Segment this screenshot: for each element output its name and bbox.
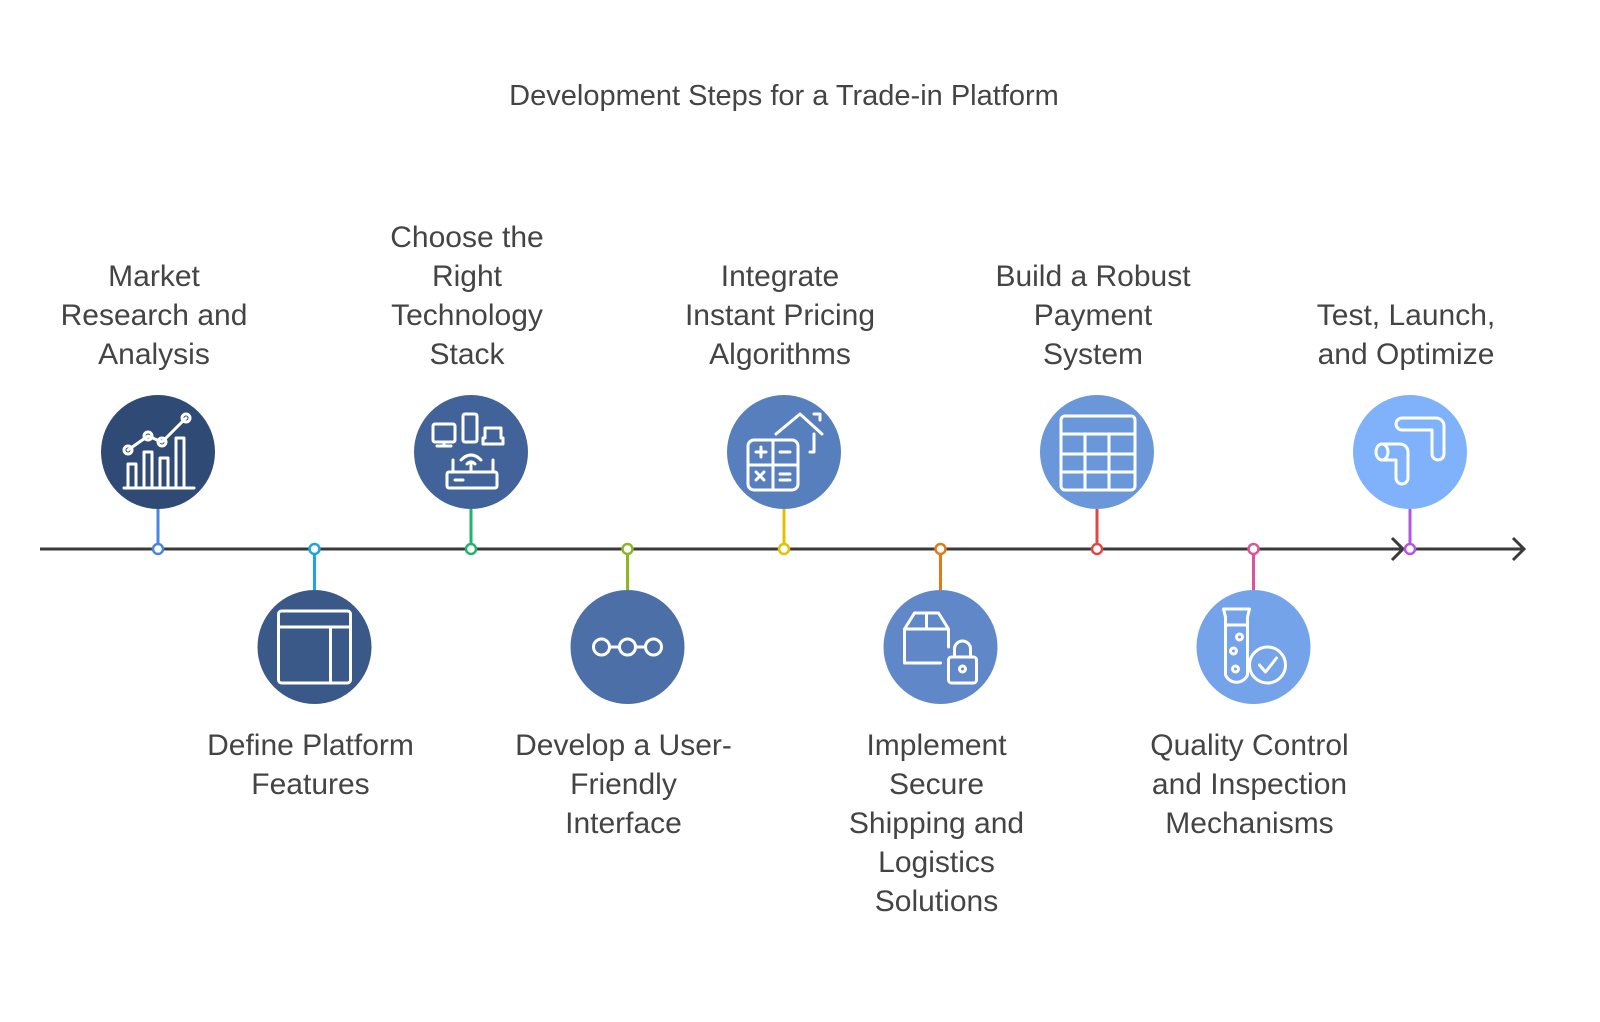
step-circle bbox=[1040, 395, 1154, 509]
step-marker bbox=[1247, 542, 1260, 556]
step-label-line: Interface bbox=[565, 807, 682, 840]
step-label-line: Payment bbox=[1033, 299, 1153, 332]
step-label: Market Research and Analysis bbox=[24, 257, 284, 374]
step-label-line: Market bbox=[108, 260, 200, 293]
timeline-step bbox=[1196, 542, 1311, 704]
timeline-step bbox=[257, 542, 372, 704]
step-circle bbox=[570, 590, 685, 704]
step-marker bbox=[1090, 542, 1104, 556]
step-label-line: Mechanisms bbox=[1165, 807, 1334, 840]
step-label-line: and Optimize bbox=[1317, 338, 1495, 371]
step-circle bbox=[1353, 395, 1467, 509]
step-label-line: Features bbox=[251, 768, 370, 801]
step-label-line: Quality Control bbox=[1150, 729, 1349, 762]
step-label: Choose the Right Technology Stack bbox=[337, 218, 597, 374]
step-label-line: Right bbox=[431, 260, 503, 293]
step-circle bbox=[883, 590, 998, 704]
step-label: Define Platform Features bbox=[181, 726, 441, 804]
step-label-line: Choose the bbox=[390, 221, 544, 254]
step-label-line: Implement bbox=[866, 729, 1007, 762]
timeline-step bbox=[1353, 395, 1467, 556]
step-label-line: Research and bbox=[60, 299, 248, 332]
step-label: Quality Control and Inspection Mechanisms bbox=[1120, 726, 1380, 843]
step-label-line: Instant Pricing bbox=[684, 299, 876, 332]
step-label: Build a Robust Payment System bbox=[963, 257, 1223, 374]
timeline-step bbox=[570, 542, 685, 704]
step-label-line: Algorithms bbox=[709, 338, 851, 371]
step-circle bbox=[257, 590, 372, 704]
step-label-line: Technology bbox=[391, 299, 543, 332]
step-label-line: Analysis bbox=[98, 338, 210, 371]
step-marker bbox=[1403, 542, 1417, 556]
step-marker bbox=[621, 542, 634, 556]
step-label: Test, Launch, and Optimize bbox=[1276, 296, 1536, 374]
step-label-line: Logistics bbox=[878, 846, 995, 879]
step-label-line: Stack bbox=[429, 338, 505, 371]
timeline-canvas bbox=[40, 395, 1527, 704]
step-label-line: and Inspection bbox=[1151, 768, 1348, 801]
timeline-step bbox=[101, 395, 215, 556]
step-marker bbox=[464, 542, 478, 556]
step-label-line: Shipping and bbox=[848, 807, 1025, 840]
timeline-step bbox=[883, 542, 998, 704]
step-label-line: Develop a User- bbox=[515, 729, 732, 762]
step-circle bbox=[101, 395, 215, 509]
step-label: Develop a User- Friendly Interface bbox=[494, 726, 754, 843]
step-label-line: Solutions bbox=[874, 885, 999, 918]
timeline-step bbox=[727, 395, 841, 556]
step-circle bbox=[1196, 590, 1311, 704]
timeline-step bbox=[1040, 395, 1154, 556]
step-label-line: Secure bbox=[888, 768, 985, 801]
step-marker bbox=[308, 542, 321, 556]
step-label: Implement Secure Shipping and Logistics Solu… bbox=[807, 726, 1067, 921]
step-label-line: Build a Robust bbox=[995, 260, 1191, 293]
step-label-line: Test, Launch, bbox=[1316, 299, 1496, 332]
step-label-line: Friendly bbox=[570, 768, 677, 801]
step-marker bbox=[934, 542, 947, 556]
step-label-line: Define Platform bbox=[207, 729, 414, 762]
step-marker bbox=[777, 542, 791, 556]
step-marker bbox=[151, 542, 165, 556]
step-label: Integrate Instant Pricing Algorithms bbox=[650, 257, 910, 374]
step-label-line: Integrate bbox=[720, 260, 840, 293]
step-label-line: System bbox=[1042, 338, 1144, 371]
step-circle bbox=[414, 395, 528, 509]
timeline-step bbox=[414, 395, 528, 556]
